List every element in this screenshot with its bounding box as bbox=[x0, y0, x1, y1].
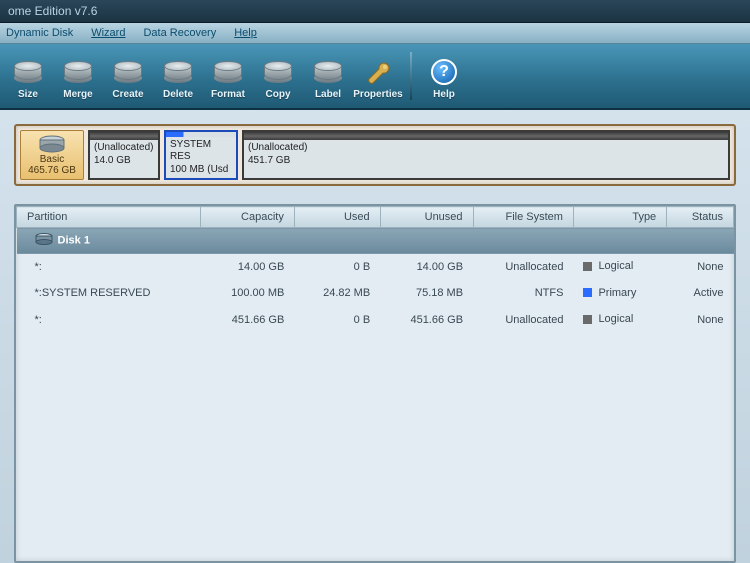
partition-block-label: (Unallocated) bbox=[248, 142, 724, 155]
toolbar-size-button[interactable]: Size bbox=[6, 57, 50, 100]
cell-type: Logical bbox=[573, 307, 666, 334]
cyl-icon bbox=[311, 57, 345, 87]
toolbar-create-button[interactable]: Create bbox=[106, 57, 150, 100]
menu-data-recovery[interactable]: Data Recovery bbox=[143, 27, 216, 39]
disk-header[interactable]: Basic 465.76 GB bbox=[20, 130, 84, 180]
toolbar-label: Format bbox=[211, 89, 245, 100]
partition-block-label: (Unallocated) bbox=[94, 142, 154, 155]
cell-type: Logical bbox=[573, 254, 666, 281]
cyl-icon bbox=[11, 57, 45, 87]
cell-capacity: 451.66 GB bbox=[201, 307, 295, 334]
toolbar-label: Properties bbox=[353, 89, 402, 100]
toolbar-label: Label bbox=[315, 89, 341, 100]
cell-unused: 75.18 MB bbox=[380, 280, 473, 307]
toolbar-properties-button[interactable]: Properties bbox=[356, 57, 400, 100]
column-used[interactable]: Used bbox=[294, 207, 380, 228]
partition-block-label: SYSTEM RES bbox=[170, 139, 232, 164]
toolbar-label: Delete bbox=[163, 89, 193, 100]
toolbar-delete-button[interactable]: Delete bbox=[156, 57, 200, 100]
disk-header-name: Basic bbox=[40, 154, 64, 165]
cell-used: 0 B bbox=[294, 307, 380, 334]
type-label: Primary bbox=[598, 287, 636, 299]
partition-block-2[interactable]: (Unallocated)451.7 GB bbox=[242, 130, 730, 180]
table-row[interactable]: *:14.00 GB0 B14.00 GBUnallocatedLogicalN… bbox=[17, 254, 734, 281]
partition-table: PartitionCapacityUsedUnusedFile SystemTy… bbox=[14, 204, 736, 563]
toolbar-copy-button[interactable]: Copy bbox=[256, 57, 300, 100]
cell-used: 0 B bbox=[294, 254, 380, 281]
cell-capacity: 14.00 GB bbox=[201, 254, 295, 281]
wrench-icon bbox=[361, 57, 395, 87]
disk-group-row[interactable]: Disk 1 bbox=[17, 228, 734, 254]
partition-block-size: 14.0 GB bbox=[94, 155, 154, 168]
toolbar-label: Help bbox=[433, 89, 455, 100]
table-row[interactable]: *:451.66 GB0 B451.66 GBUnallocatedLogica… bbox=[17, 307, 734, 334]
cell-file-system: NTFS bbox=[473, 280, 573, 307]
type-label: Logical bbox=[598, 260, 633, 272]
column-file-system[interactable]: File System bbox=[473, 207, 573, 228]
partition-usage-bar bbox=[244, 132, 728, 140]
cyl-icon bbox=[161, 57, 195, 87]
disk-group-label: Disk 1 bbox=[17, 228, 734, 254]
cell-type: Primary bbox=[573, 280, 666, 307]
toolbar-format-button[interactable]: Format bbox=[206, 57, 250, 100]
toolbar-merge-button[interactable]: Merge bbox=[56, 57, 100, 100]
cyl-icon bbox=[261, 57, 295, 87]
cell-file-system: Unallocated bbox=[473, 307, 573, 334]
toolbar-separator bbox=[410, 52, 412, 100]
toolbar-label: Size bbox=[18, 89, 38, 100]
column-partition[interactable]: Partition bbox=[17, 207, 201, 228]
cell-capacity: 100.00 MB bbox=[201, 280, 295, 307]
cell-status: None bbox=[667, 254, 734, 281]
cell-unused: 14.00 GB bbox=[380, 254, 473, 281]
cell-status: None bbox=[667, 307, 734, 334]
toolbar: Size Merge Create Delete Format Copy Label Prop… bbox=[0, 44, 750, 110]
toolbar-label: Copy bbox=[266, 89, 291, 100]
column-capacity[interactable]: Capacity bbox=[201, 207, 295, 228]
disk-map: Basic 465.76 GB (Unallocated)14.0 GBSYST… bbox=[14, 124, 736, 186]
type-color-icon bbox=[583, 288, 592, 297]
cell-partition: *:SYSTEM RESERVED bbox=[17, 280, 201, 307]
toolbar-label-button[interactable]: Label bbox=[306, 57, 350, 100]
menu-wizard[interactable]: Wizard bbox=[91, 27, 125, 39]
column-status[interactable]: Status bbox=[667, 207, 734, 228]
partition-block-size: 451.7 GB bbox=[248, 155, 724, 168]
table-row[interactable]: *:SYSTEM RESERVED100.00 MB24.82 MB75.18 … bbox=[17, 280, 734, 307]
menu-dynamic-disk[interactable]: Dynamic Disk bbox=[6, 27, 73, 39]
cyl-icon bbox=[111, 57, 145, 87]
partition-usage-bar bbox=[90, 132, 158, 140]
help-icon: ? bbox=[427, 57, 461, 87]
cell-partition: *: bbox=[17, 254, 201, 281]
cell-unused: 451.66 GB bbox=[380, 307, 473, 334]
toolbar-label: Merge bbox=[63, 89, 92, 100]
toolbar-help-button[interactable]: ? Help bbox=[422, 57, 466, 100]
type-color-icon bbox=[583, 315, 592, 324]
titlebar: ome Edition v7.6 bbox=[0, 0, 750, 23]
partition-block-0[interactable]: (Unallocated)14.0 GB bbox=[88, 130, 160, 180]
cell-file-system: Unallocated bbox=[473, 254, 573, 281]
cyl-icon bbox=[61, 57, 95, 87]
cell-used: 24.82 MB bbox=[294, 280, 380, 307]
column-unused[interactable]: Unused bbox=[380, 207, 473, 228]
partition-block-1[interactable]: SYSTEM RES100 MB (Usd bbox=[164, 130, 238, 180]
column-type[interactable]: Type bbox=[573, 207, 666, 228]
menu-help[interactable]: Help bbox=[234, 27, 257, 39]
cyl-icon bbox=[211, 57, 245, 87]
type-color-icon bbox=[583, 262, 592, 271]
menubar: Dynamic Disk Wizard Data Recovery Help bbox=[0, 23, 750, 44]
toolbar-label: Create bbox=[112, 89, 143, 100]
cell-partition: *: bbox=[17, 307, 201, 334]
disk-header-size: 465.76 GB bbox=[28, 165, 76, 176]
partition-block-size: 100 MB (Usd bbox=[170, 164, 232, 177]
type-label: Logical bbox=[598, 313, 633, 325]
cell-status: Active bbox=[667, 280, 734, 307]
